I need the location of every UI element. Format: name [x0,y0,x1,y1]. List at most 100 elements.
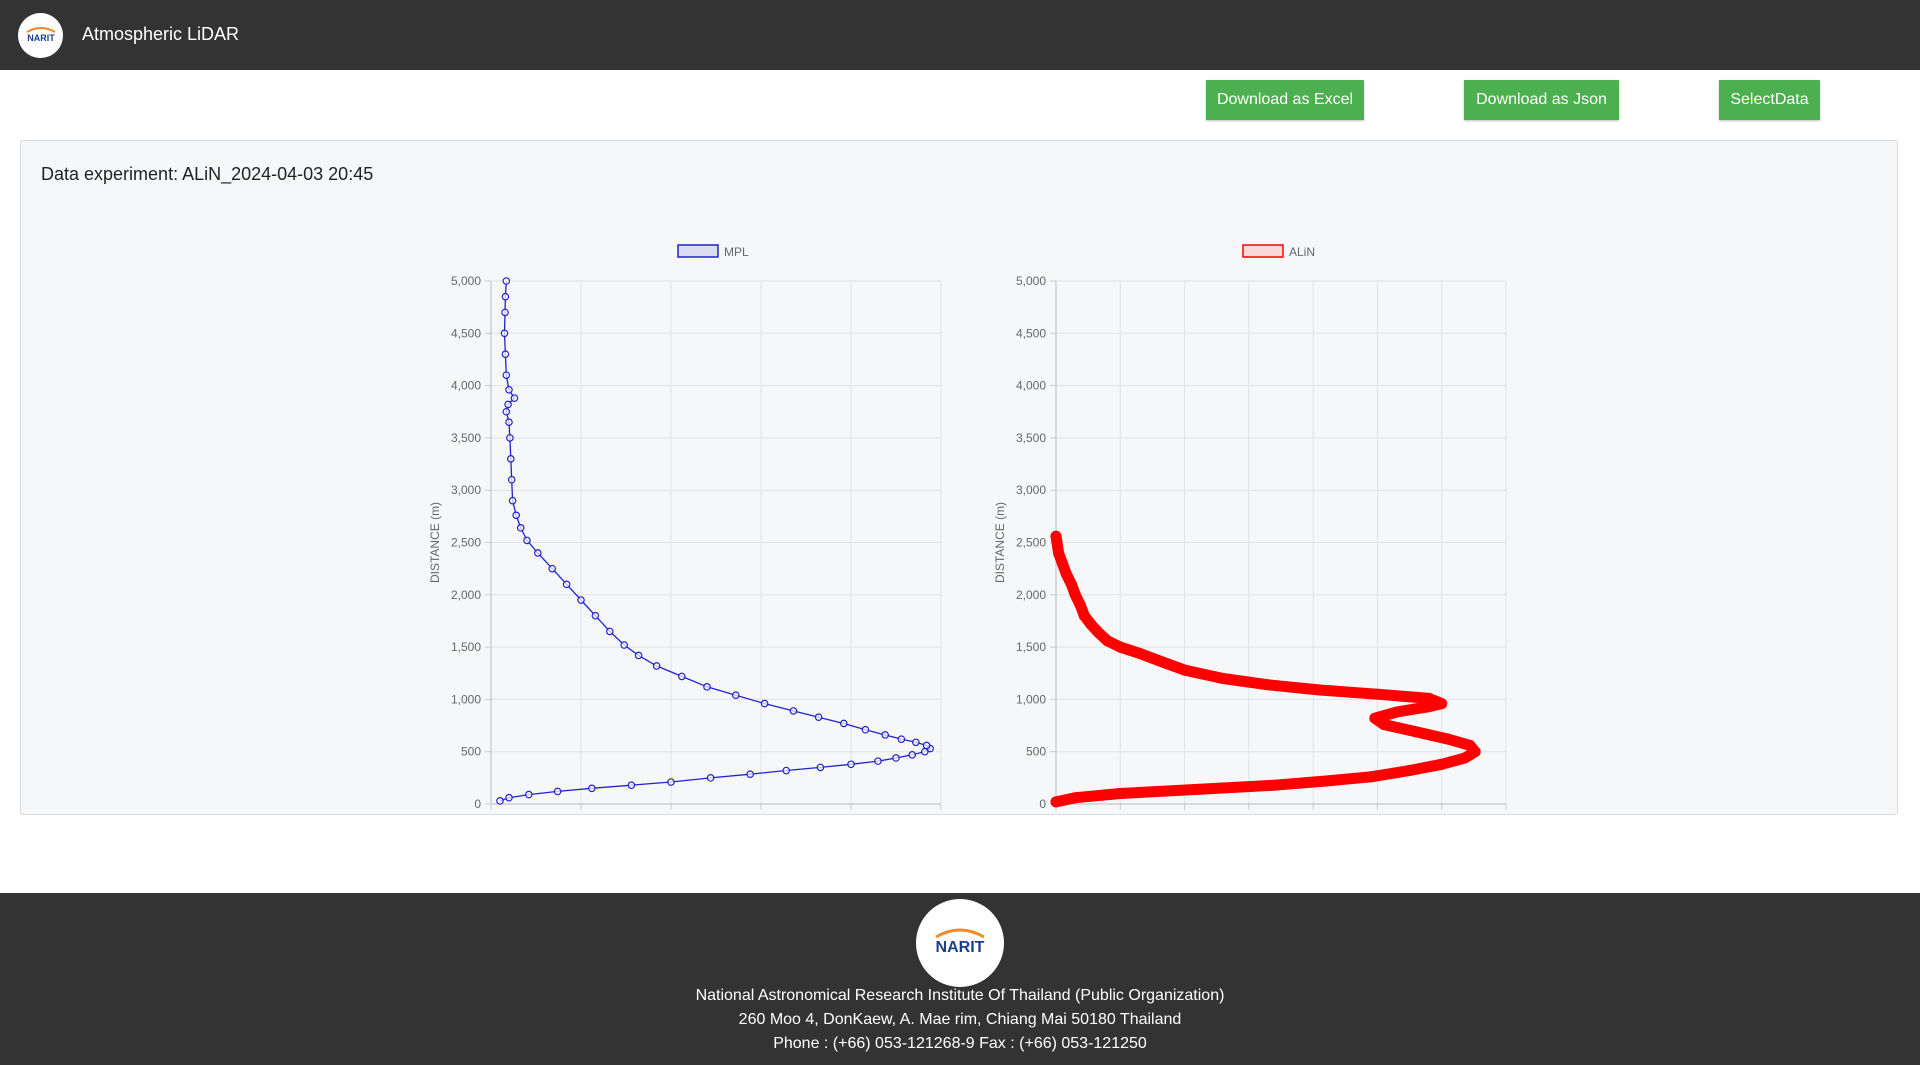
data-point [577,596,585,604]
data-point [922,741,931,750]
y-tick-label: 5,000 [451,274,481,288]
y-tick-label: 4,500 [451,326,481,340]
legend-swatch [677,244,719,258]
series-line [1050,530,1481,808]
data-point [1069,589,1081,601]
data-point [1378,719,1390,731]
y-axis-title: DISTANCE (m) [993,502,1007,583]
data-point [908,751,917,759]
data-point [591,611,600,620]
data-point [789,707,798,715]
data-point [553,787,562,796]
alin-chart: 050,000100,000150,000200,000250,000300,0… [993,244,1507,811]
data-point [620,641,629,649]
y-tick-label: 1,000 [451,692,481,706]
data-point [652,662,661,670]
data-point [839,719,848,728]
data-point [1371,688,1383,700]
download-json-button[interactable]: Download as Json [1464,80,1619,120]
data-point [505,385,513,394]
data-point [507,455,515,463]
data-point [1459,752,1471,764]
data-point [634,651,643,660]
data-point [500,329,509,338]
y-tick-label: 3,500 [451,431,481,445]
y-tick-label: 4,000 [451,379,481,393]
y-tick-label: 4,000 [1016,379,1046,393]
data-point [1410,726,1422,738]
data-point [1085,618,1097,630]
data-point [505,793,513,802]
data-point [1191,783,1203,795]
app-title[interactable]: Atmospheric LiDAR [82,24,239,45]
select-data-button[interactable]: SelectData [1719,80,1820,120]
y-tick-label: 2,000 [451,588,481,602]
mpl-chart: 0500,0001,000,0001,500,0002,000,0002,500… [428,244,942,811]
data-point [507,475,516,484]
data-point [1134,647,1146,659]
data-point [1179,664,1191,676]
y-tick-label: 1,500 [1016,640,1046,654]
data-point [516,524,525,532]
data-point [1365,771,1377,783]
y-tick-label: 4,500 [1016,326,1046,340]
data-point [512,511,521,520]
data-point [703,683,711,691]
data-point [892,754,900,762]
data-point [760,699,769,708]
y-tick-label: 3,000 [1016,483,1046,497]
data-point [1404,765,1416,777]
data-point [1056,557,1068,569]
data-point [1262,679,1274,691]
svg-text:NARIT: NARIT [936,939,985,956]
data-point [501,308,509,317]
data-point [502,277,511,285]
y-tick-label: 0 [474,797,481,811]
y-tick-label: 1,000 [1016,692,1046,706]
top-navbar: NARIT Atmospheric LiDAR [0,0,1920,70]
data-point [588,784,596,793]
legend-swatch [1242,244,1284,258]
download-excel-button[interactable]: Download as Excel [1206,80,1364,120]
data-point [506,434,514,442]
data-point [1436,698,1448,710]
data-point [1314,684,1326,696]
data-point [1053,547,1065,559]
data-point [782,766,791,775]
data-point [496,797,504,805]
data-point [1320,775,1332,787]
y-tick-label: 5,000 [1016,274,1046,288]
data-point [523,536,531,545]
data-point [731,691,740,700]
data-point [1074,599,1086,611]
footer-narit-logo-icon: NARIT [935,928,985,956]
svg-text:NARIT: NARIT [27,33,55,43]
data-point [1153,655,1165,667]
data-point [1217,672,1229,684]
data-point [1050,796,1062,808]
data-point [525,790,533,799]
data-point [1436,758,1448,770]
data-panel: Data experiment: ALiN_2024-04-03 20:45 0… [20,140,1898,815]
data-point [1114,641,1126,653]
data-point [1369,712,1381,724]
y-tick-label: 3,000 [451,483,481,497]
panel-title: Data experiment: ALiN_2024-04-03 20:45 [41,164,374,184]
data-point [1442,733,1454,745]
data-point [897,735,906,743]
data-point [1269,779,1281,791]
data-point [502,407,511,416]
data-point [677,672,686,681]
data-point [746,770,755,778]
data-point [814,713,823,721]
y-tick-label: 0 [1039,797,1046,811]
footer-address: 260 Moo 4, DonKaew, A. Mae rim, Chiang M… [738,1011,1182,1028]
data-point [1069,792,1081,804]
data-point [548,564,557,573]
footer-narit-logo: NARIT [916,899,1004,987]
data-point [1101,635,1113,647]
data-point [510,394,519,402]
data-point [534,549,542,557]
narit-logo[interactable]: NARIT [18,13,63,58]
data-point [881,731,890,739]
